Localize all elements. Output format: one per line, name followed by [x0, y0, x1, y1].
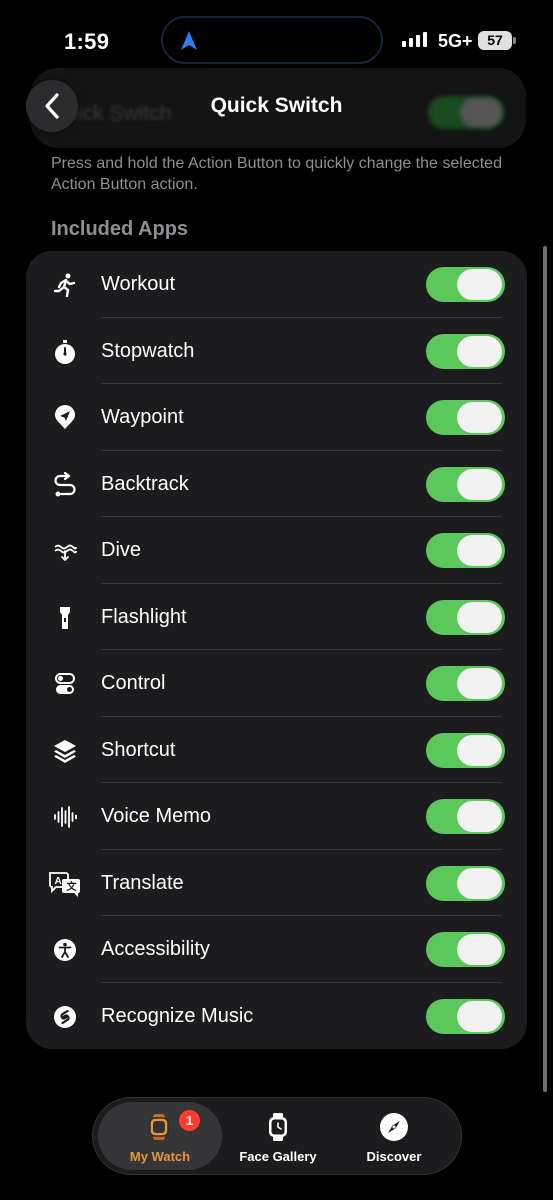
- accessibility-toggle[interactable]: [426, 932, 505, 967]
- list-item-accessibility: Accessibility: [26, 916, 527, 983]
- control-toggle[interactable]: [426, 666, 505, 701]
- list-item-backtrack: Backtrack: [26, 451, 527, 517]
- backtrack-toggle[interactable]: [426, 466, 505, 502]
- list-item-label: Stopwatch: [101, 339, 195, 362]
- backtrack-icon: [50, 470, 80, 500]
- status-time: 1:59: [64, 29, 110, 54]
- list-item-label: Voice Memo: [101, 805, 212, 827]
- cellular-signal-icon: [402, 32, 427, 47]
- stopwatch-toggle[interactable]: [426, 333, 505, 369]
- svg-text:A: A: [55, 876, 62, 887]
- list-item-shortcut: Shortcut: [26, 717, 527, 783]
- list-item-label: Shortcut: [101, 738, 176, 761]
- list-item-label: Accessibility: [101, 938, 210, 960]
- tab-bar: 1 My Watch Face Gallery Discover: [92, 1097, 462, 1175]
- workout-icon: [50, 270, 80, 300]
- waypoint-icon: [50, 403, 80, 433]
- scrollbar[interactable]: [543, 246, 547, 1092]
- included-apps-list: Workout Stopwatch Waypoint Backtrack Div…: [26, 251, 527, 1049]
- ghost-title-top: Quick Switch: [50, 68, 171, 70]
- flashlight-icon: [50, 603, 80, 633]
- shortcut-icon: [50, 736, 80, 766]
- voice-memo-icon: [50, 802, 80, 832]
- list-item-label: Flashlight: [101, 605, 187, 628]
- list-item-control: Control: [26, 650, 527, 717]
- list-item-recognize-music: Recognize Music: [26, 983, 527, 1050]
- watch-icon: [149, 1114, 169, 1140]
- list-item-label: Waypoint: [101, 406, 184, 428]
- tab-my-watch[interactable]: 1 My Watch: [98, 1102, 222, 1170]
- waypoint-toggle[interactable]: [426, 400, 505, 435]
- dynamic-island[interactable]: [161, 16, 383, 64]
- description-text: Press and hold the Action Button to quic…: [51, 155, 502, 193]
- dive-toggle[interactable]: [426, 533, 505, 568]
- list-item-voice-memo: Voice Memo: [26, 783, 527, 850]
- list-item-waypoint: Waypoint: [26, 384, 527, 451]
- recognize-music-icon: [50, 1002, 80, 1032]
- compass-icon: [380, 1113, 408, 1141]
- tab-discover[interactable]: Discover: [333, 1102, 455, 1170]
- voice-memo-toggle[interactable]: [426, 799, 505, 834]
- tab-label: Discover: [366, 1149, 422, 1164]
- section-header-included-apps: Included Apps: [51, 218, 189, 240]
- list-item-dive: Dive: [26, 517, 527, 584]
- list-item-label: Backtrack: [101, 472, 189, 495]
- tab-label: Face Gallery: [239, 1149, 317, 1164]
- dive-icon: [50, 536, 80, 566]
- face-gallery-icon: [269, 1113, 287, 1141]
- tab-face-gallery[interactable]: Face Gallery: [217, 1102, 339, 1170]
- battery-tip: [513, 37, 516, 44]
- svg-text:文: 文: [67, 880, 78, 893]
- accessibility-icon: [50, 935, 80, 965]
- workout-toggle[interactable]: [426, 267, 505, 302]
- list-item-label: Workout: [101, 273, 176, 295]
- shortcut-toggle[interactable]: [426, 732, 505, 768]
- list-item-label: Control: [101, 672, 166, 694]
- stopwatch-icon: [50, 337, 80, 367]
- notification-badge: 1: [179, 1110, 200, 1131]
- list-item-stopwatch: Stopwatch: [26, 318, 527, 384]
- battery-icon: 57: [478, 31, 512, 50]
- tab-label: My Watch: [129, 1149, 191, 1164]
- network-type: 5G+: [438, 31, 473, 51]
- location-arrow-icon: [181, 31, 197, 50]
- list-item-flashlight: Flashlight: [26, 584, 527, 650]
- list-item-workout: Workout: [26, 251, 527, 318]
- translate-toggle[interactable]: [426, 865, 505, 901]
- list-item-translate: A 文 Translate: [26, 850, 527, 916]
- flashlight-toggle[interactable]: [426, 599, 505, 635]
- list-item-label: Translate: [101, 871, 184, 894]
- translate-icon: A 文: [48, 869, 82, 899]
- list-item-label: Recognize Music: [101, 1004, 254, 1027]
- control-icon: [50, 669, 80, 699]
- recognize-music-toggle[interactable]: [426, 998, 505, 1034]
- list-item-label: Dive: [101, 539, 142, 561]
- page-title: Quick Switch: [210, 94, 343, 117]
